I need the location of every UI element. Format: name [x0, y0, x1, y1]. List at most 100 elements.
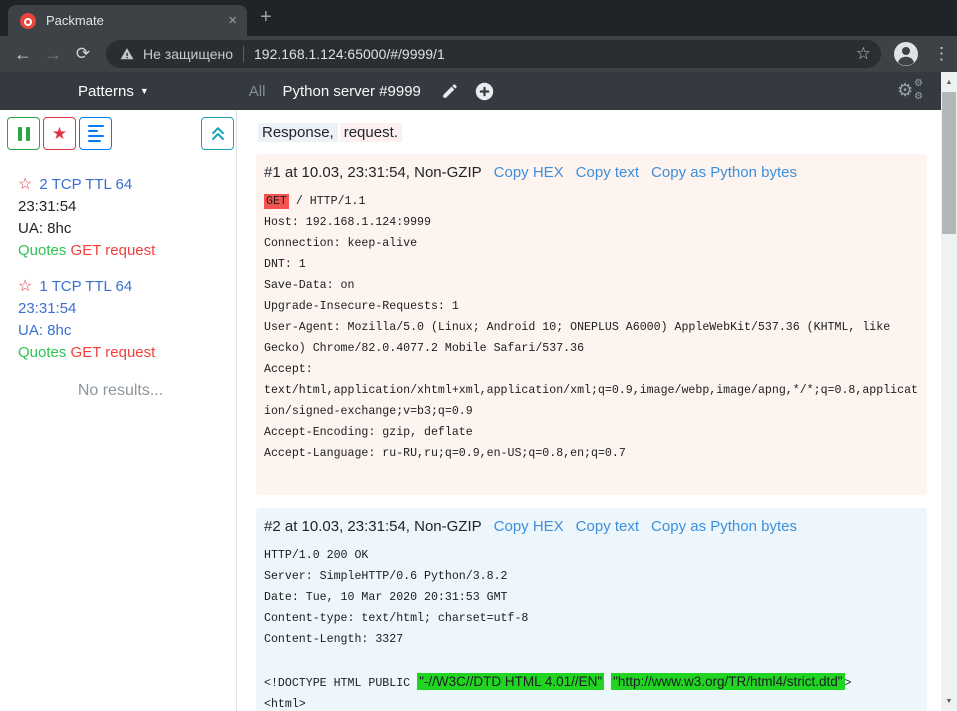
services-gears-icon[interactable]: ⚙ ⚙ ⚙ [897, 79, 923, 103]
packet-payload-line: Accept: [264, 359, 919, 380]
not-secure-warning-icon [120, 47, 134, 61]
patterns-label: Patterns [78, 83, 134, 100]
pattern-tag: Quotes [18, 242, 66, 259]
stream-title-row: ☆ 1 TCP TTL 64 [18, 276, 234, 298]
packet-payload-line [264, 464, 919, 485]
packet-payload-line: Accept-Language: ru-RU,ru;q=0.9,en-US;q=… [264, 443, 919, 464]
copy-action-link[interactable]: Copy as Python bytes [651, 518, 797, 535]
stream-list-item[interactable]: ☆2 TCP TTL 6423:31:54UA: 8hcQuotes GET r… [7, 174, 234, 276]
highlighted-match: "-//W3C//DTD HTML 4.01//EN" [417, 673, 604, 690]
stream-tags: Quotes GET request [18, 240, 234, 262]
scrollbar-thumb[interactable] [942, 92, 956, 234]
summary-term: Response, [258, 123, 338, 142]
favorite-star-icon[interactable]: ☆ [18, 176, 32, 193]
app-header: Patterns ▼ All Python server #9999 ⚙ ⚙ ⚙ [0, 72, 941, 110]
double-chevron-up-icon [208, 124, 228, 144]
packet-payload-line: User-Agent: Mozilla/5.0 (Linux; Android … [264, 317, 919, 338]
tab-all-streams[interactable]: All [249, 83, 266, 100]
packet-label: #1 at 10.03, 23:31:54, Non-GZIP [264, 164, 482, 181]
omnibox-divider [243, 46, 244, 62]
stream-user-agent: UA: 8hc [18, 218, 234, 240]
stream-time: 23:31:54 [18, 298, 234, 320]
copy-action-link[interactable]: Copy as Python bytes [651, 164, 797, 181]
browser-toolbar: ← → ⟳ Не защищено 192.168.1.124:65000/#/… [0, 36, 957, 72]
browser-tab[interactable]: Packmate × [8, 5, 247, 36]
address-bar[interactable]: Не защищено 192.168.1.124:65000/#/9999/1… [106, 40, 881, 68]
favorite-star-icon[interactable]: ☆ [18, 278, 32, 295]
packet-payload: GET / HTTP/1.1Host: 192.168.1.124:9999Co… [264, 191, 919, 485]
no-results-text: No results... [7, 382, 234, 400]
copy-action-link[interactable]: Copy text [576, 164, 639, 181]
profile-avatar-icon[interactable] [893, 41, 919, 67]
packet-list: #1 at 10.03, 23:31:54, Non-GZIP Copy HEX C… [256, 154, 927, 711]
packet-payload-line: Date: Tue, 10 Mar 2020 20:31:53 GMT [264, 587, 919, 608]
patterns-filter-button[interactable] [79, 117, 112, 150]
copy-action-link[interactable]: Copy HEX [494, 164, 564, 181]
browser-menu-icon[interactable]: ⋮ [933, 44, 947, 64]
align-left-icon [88, 125, 104, 143]
stream-list-item[interactable]: ☆ 1 TCP TTL 64 23:31:54UA: 8hcQuotes GET r… [7, 276, 234, 378]
packet-payload-line: HTTP/1.0 200 OK [264, 545, 919, 566]
packet-payload-line: ion/signed-exchange;v=b3;q=0.9 [264, 401, 919, 422]
packet-payload-line: Gecko) Chrome/82.0.4077.2 Mobile Safari/… [264, 338, 919, 359]
packet-payload-line: DNT: 1 [264, 254, 919, 275]
stream-tags: Quotes GET request [18, 342, 234, 364]
stream-title: 2 TCP TTL 64 [39, 176, 132, 193]
stream-list: ☆2 TCP TTL 6423:31:54UA: 8hcQuotes GET r… [7, 174, 234, 378]
packet-payload-line: Accept-Encoding: gzip, deflate [264, 422, 919, 443]
url-text[interactable]: 192.168.1.124:65000/#/9999/1 [254, 46, 848, 62]
packet-header: #1 at 10.03, 23:31:54, Non-GZIP Copy HEX C… [264, 164, 919, 181]
stream-sidebar: ★ ☆2 TCP TTL 6423:31:54UA: 8hcQuotes GET… [0, 110, 237, 711]
packet-payload-line: Host: 192.168.1.124:9999 [264, 212, 919, 233]
copy-action-link[interactable]: Copy HEX [494, 518, 564, 535]
bookmark-star-icon[interactable]: ☆ [856, 44, 871, 64]
packet-payload: HTTP/1.0 200 OKServer: SimpleHTTP/0.6 Py… [264, 545, 919, 711]
tab-title: Packmate [46, 13, 104, 28]
pattern-tag: GET request [71, 344, 156, 361]
packet-card-response: #2 at 10.03, 23:31:54, Non-GZIPCopy HEXC… [256, 508, 927, 711]
stream-title: 1 TCP TTL 64 [39, 278, 132, 295]
pause-icon [18, 127, 30, 141]
collapse-sidebar-button[interactable] [201, 117, 234, 150]
scroll-up-icon[interactable]: ▲ [941, 74, 957, 90]
tab-close-icon[interactable]: × [228, 13, 237, 28]
packet-payload-line: GET / HTTP/1.1 [264, 191, 919, 212]
chevron-down-icon: ▼ [140, 86, 149, 96]
browser-tab-strip: Packmate × + [0, 0, 957, 36]
page-body: ★ ☆2 TCP TTL 6423:31:54UA: 8hcQuotes GET… [0, 110, 941, 711]
packet-card-request: #1 at 10.03, 23:31:54, Non-GZIP Copy HEX C… [256, 154, 927, 495]
packet-payload-line [264, 650, 919, 671]
tab-current-stream[interactable]: Python server #9999 [282, 83, 420, 100]
summary-term: request. [340, 123, 402, 142]
sidebar-controls: ★ [7, 117, 234, 150]
back-icon[interactable]: ← [8, 44, 38, 65]
packet-payload-line: <!DOCTYPE HTML PUBLIC "-//W3C//DTD HTML … [264, 671, 919, 694]
copy-action-link[interactable]: Copy text [576, 518, 639, 535]
highlighted-match: "http://www.w3.org/TR/html4/strict.dtd" [611, 673, 844, 690]
packet-payload-line: Save-Data: on [264, 275, 919, 296]
reload-icon[interactable]: ⟳ [68, 44, 98, 64]
patterns-dropdown[interactable]: Patterns ▼ [78, 83, 149, 100]
stream-user-agent: UA: 8hc [18, 320, 234, 342]
page-scrollbar[interactable]: ▲ ▼ [941, 72, 957, 711]
new-tab-button[interactable]: + [260, 6, 272, 29]
scroll-down-icon[interactable]: ▼ [941, 693, 957, 709]
edit-pencil-icon[interactable] [441, 82, 459, 100]
favorites-filter-button[interactable]: ★ [43, 117, 76, 150]
add-stream-icon[interactable] [475, 82, 494, 101]
packet-payload-line: text/html,application/xhtml+xml,applicat… [264, 380, 919, 401]
packet-payload-line: Content-Length: 3327 [264, 629, 919, 650]
highlighted-match: GET [264, 194, 289, 209]
stream-title-row: ☆ 2 TCP TTL 64 [18, 174, 234, 196]
packet-payload-line: Connection: keep-alive [264, 233, 919, 254]
pause-capture-button[interactable] [7, 117, 40, 150]
stream-time: 23:31:54 [18, 196, 234, 218]
packet-payload-line: <html> [264, 694, 919, 711]
packet-header: #2 at 10.03, 23:31:54, Non-GZIPCopy HEXC… [264, 518, 919, 535]
pattern-tag: GET request [71, 242, 156, 259]
packmate-favicon-icon [20, 13, 36, 29]
star-icon: ★ [52, 124, 67, 144]
packet-payload-line: Upgrade-Insecure-Requests: 1 [264, 296, 919, 317]
security-status-label[interactable]: Не защищено [143, 46, 233, 62]
stream-content: Response,request. #1 at 10.03, 23:31:54,… [238, 110, 941, 711]
